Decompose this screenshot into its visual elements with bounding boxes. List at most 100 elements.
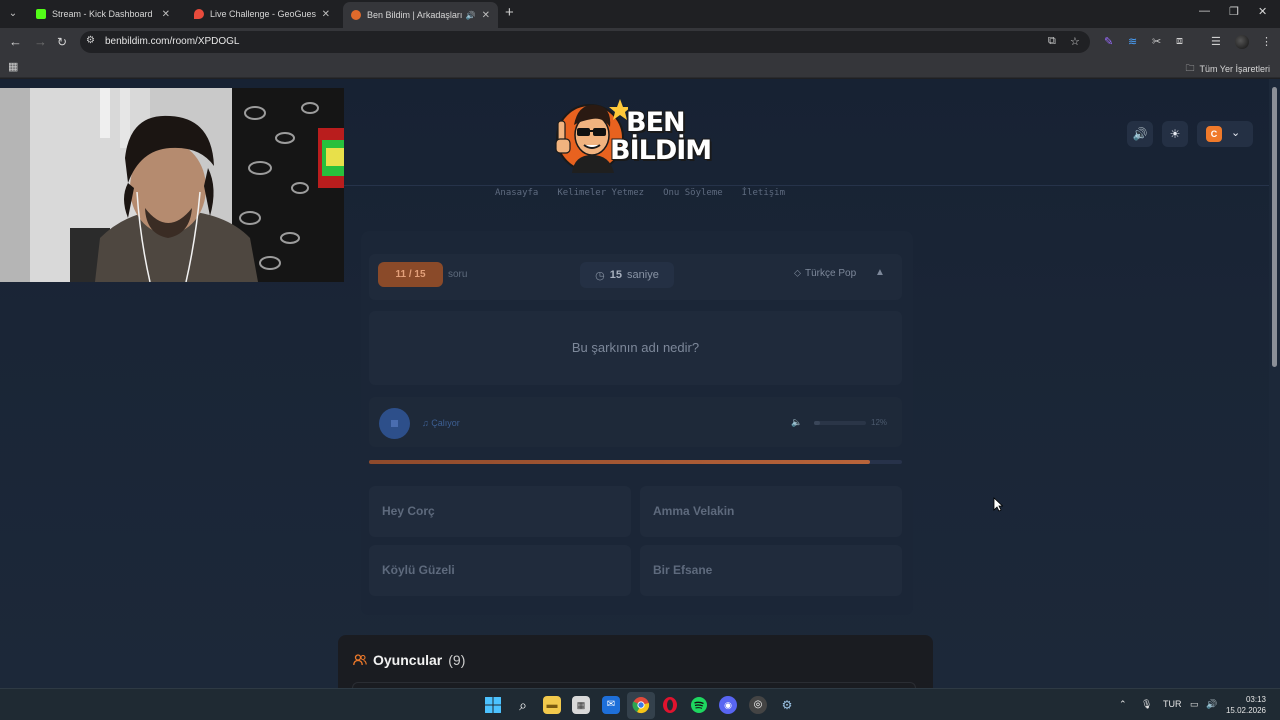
tab-title: Live Challenge - GeoGuessr [210, 9, 316, 19]
input-language[interactable]: TUR [1163, 699, 1182, 709]
timer-unit: saniye [627, 269, 659, 281]
profile-avatar[interactable] [1235, 35, 1249, 49]
nav-link-onu-soyleme[interactable]: Onu Söyleme [663, 188, 723, 198]
reload-icon[interactable]: ↻ [57, 34, 67, 50]
users-icon [353, 654, 367, 666]
timer-badge: ◷ 15 saniye [580, 262, 674, 288]
all-bookmarks-label: Tüm Yer İşaretleri [1199, 64, 1270, 74]
minimize-icon[interactable]: — [1199, 5, 1210, 17]
category-label: Türkçe Pop [805, 268, 857, 279]
forward-icon[interactable]: → [34, 34, 47, 50]
answer-option-4[interactable]: Bir Efsane [640, 545, 902, 596]
network-icon[interactable]: ▭ [1190, 699, 1199, 710]
volume-slider[interactable] [814, 421, 866, 425]
time-progress-bar [369, 460, 902, 464]
question-counter-badge: 11 / 15 [378, 262, 443, 287]
question-word-label: soru [448, 269, 468, 280]
outlook-icon[interactable]: ✉ [602, 696, 620, 714]
sun-icon: ☀ [1169, 127, 1181, 141]
close-tab-icon[interactable]: ✕ [162, 9, 170, 20]
players-count: (9) [448, 652, 466, 668]
microphone-icon[interactable]: 🎙 [1141, 699, 1152, 710]
scrollbar-thumb[interactable] [1272, 87, 1277, 367]
playing-label: Çalıyor [431, 418, 460, 428]
page-scrollbar[interactable] [1269, 79, 1280, 688]
geoguessr-pin-favicon-icon [194, 9, 204, 19]
volume-tray-icon[interactable]: 🔊 [1206, 699, 1217, 710]
speaker-icon: 🔊 [1132, 127, 1148, 141]
extension-audio-icon[interactable]: ≋ [1128, 35, 1137, 48]
report-warning-icon[interactable]: ▲ [875, 267, 885, 278]
bookmark-star-icon[interactable]: ☆ [1070, 35, 1080, 48]
nav-link-kelimeler-yetmez[interactable]: Kelimeler Yetmez [557, 188, 644, 198]
question-box: Bu şarkının adı nedir? [369, 311, 902, 385]
ben-bildim-favicon-icon [351, 10, 361, 20]
answer-text: Hey Corç [382, 504, 435, 518]
user-avatar: C [1206, 126, 1222, 142]
tab-strip: ⌄ Stream - Kick Dashboard ✕ Live Challen… [0, 0, 1280, 28]
tab-search-chevron-icon[interactable]: ⌄ [4, 5, 22, 23]
tab-geoguessr[interactable]: Live Challenge - GeoGuessr ✕ [186, 2, 338, 26]
microsoft-store-icon[interactable]: ▦ [572, 696, 590, 714]
nav-link-contact[interactable]: İletişim [742, 188, 785, 198]
new-tab-button[interactable]: + [505, 5, 514, 21]
main-nav: Anasayfa Kelimeler Yetmez Onu Söyleme İl… [495, 188, 785, 198]
close-window-icon[interactable]: ✕ [1258, 5, 1267, 18]
url-text[interactable]: benbildim.com/room/XPDOGL [105, 36, 240, 47]
theme-toggle-button[interactable]: ☀ [1162, 121, 1188, 147]
ben-bildim-logo[interactable]: BEN BİLDİM [548, 91, 718, 173]
close-tab-icon[interactable]: ✕ [322, 9, 330, 20]
close-tab-icon[interactable]: ✕ [482, 10, 490, 21]
clock-icon: ◷ [595, 269, 605, 282]
music-note-icon: ♫ [422, 418, 429, 428]
play-pause-button[interactable] [379, 408, 410, 439]
discord-icon[interactable]: ◉ [719, 696, 737, 714]
extension-feather-icon[interactable]: ✎ [1104, 35, 1113, 48]
chrome-icon[interactable] [632, 696, 650, 714]
answer-option-1[interactable]: Hey Corç [369, 486, 631, 537]
chrome-menu-icon[interactable]: ⋮ [1261, 35, 1272, 48]
answer-option-3[interactable]: Köylü Güzeli [369, 545, 631, 596]
file-explorer-icon[interactable]: ▬ [543, 696, 561, 714]
bookmarks-bar: ▦ 🗀 Tüm Yer İşaretleri [0, 56, 1280, 78]
category-tag: ⬦ Türkçe Pop [794, 268, 856, 279]
apps-grid-icon[interactable]: ▦ [8, 60, 18, 73]
players-title: Oyuncular [373, 652, 443, 668]
answer-text: Bir Efsane [653, 563, 713, 577]
volume-slider-fill [814, 421, 821, 425]
windows-taskbar: ⌕ ▬ ▦ ✉ ◉ ◎ ⚙ ⌃ 🎙 TUR ▭ 🔊 03:13 15.02.20… [0, 688, 1280, 720]
webcam-overlay [0, 88, 344, 282]
site-info-icon[interactable]: ⚙ [86, 35, 95, 46]
header-divider [344, 185, 1269, 186]
extensions-puzzle-icon[interactable]: ⧈ [1176, 35, 1183, 48]
back-icon[interactable]: ← [9, 34, 22, 50]
sound-toggle-button[interactable]: 🔊 [1127, 121, 1153, 147]
restore-icon[interactable]: ❐ [1229, 5, 1239, 18]
nav-link-home[interactable]: Anasayfa [495, 188, 538, 198]
tab-ben-bildim[interactable]: Ben Bildim | Arkadaşlarınla 🔊 ✕ [343, 2, 498, 28]
opera-icon[interactable] [661, 696, 679, 714]
volume-icon[interactable]: 🔈 [791, 417, 802, 428]
chevron-down-icon: ⌄ [1231, 127, 1241, 139]
extension-tool-icon[interactable]: ✂ [1152, 35, 1161, 48]
answer-option-2[interactable]: Amma Velakin [640, 486, 902, 537]
tab-kick-dashboard[interactable]: Stream - Kick Dashboard ✕ [28, 2, 178, 26]
search-icon[interactable]: ⌕ [514, 696, 532, 714]
all-bookmarks-button[interactable]: 🗀 Tüm Yer İşaretleri [1185, 61, 1270, 77]
obs-icon[interactable]: ◎ [749, 696, 767, 714]
windows-start-icon[interactable] [484, 696, 502, 714]
kick-favicon-icon [36, 9, 46, 19]
address-bar[interactable]: ⚙ benbildim.com/room/XPDOGL ⧉ ☆ [80, 31, 1090, 53]
system-clock[interactable]: 03:13 15.02.2026 [1222, 694, 1266, 716]
steam-icon[interactable]: ⚙ [778, 696, 796, 714]
playing-status: ♫ Çalıyor [422, 418, 460, 428]
user-menu-button[interactable]: C ⌄ [1197, 121, 1253, 147]
clock-date: 15.02.2026 [1225, 706, 1266, 715]
spotify-icon[interactable] [690, 696, 708, 714]
reading-list-icon[interactable]: ☰ [1211, 35, 1221, 48]
volume-percent: 12% [871, 418, 888, 427]
install-app-icon[interactable]: ⧉ [1048, 35, 1056, 48]
tab-audio-icon[interactable]: 🔊 [466, 11, 476, 20]
show-hidden-icons-chevron-icon[interactable]: ⌃ [1119, 699, 1127, 710]
logo-text-bildim: BİLDİM [610, 135, 712, 166]
